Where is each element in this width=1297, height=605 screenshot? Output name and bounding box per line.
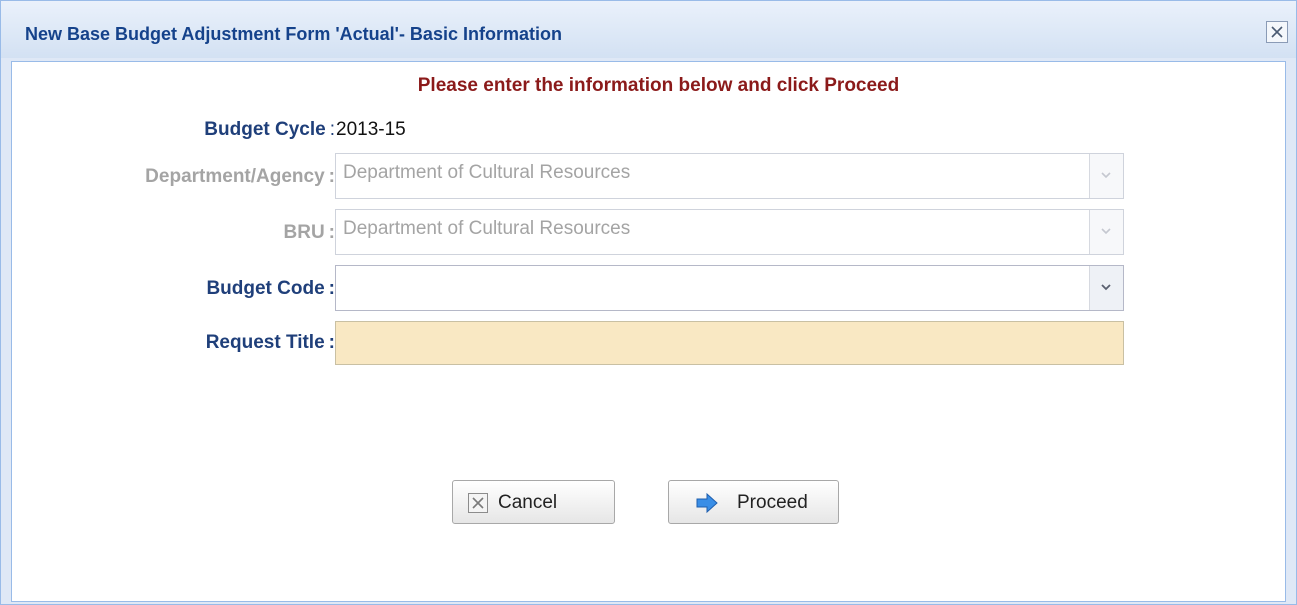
- budget-cycle-value: 2013-15: [336, 119, 406, 140]
- arrow-right-icon: [696, 492, 718, 514]
- bru-select-value: Department of Cultural Resources: [343, 218, 631, 239]
- budget-code-dropdown-trigger[interactable]: [1089, 266, 1123, 310]
- request-title-input[interactable]: [335, 321, 1124, 365]
- department-select-value: Department of Cultural Resources: [343, 162, 631, 183]
- dialog-header[interactable]: New Base Budget Adjustment Form 'Actual'…: [1, 1, 1296, 58]
- department-select[interactable]: Department of Cultural Resources: [335, 153, 1124, 199]
- department-dropdown-trigger[interactable]: [1089, 154, 1123, 198]
- cancel-button-label: Cancel: [498, 492, 558, 513]
- bru-select[interactable]: Department of Cultural Resources: [335, 209, 1124, 255]
- request-title-label: Request Title:: [205, 332, 335, 353]
- chevron-down-icon: [1101, 172, 1111, 179]
- form-panel: Please enter the information below and c…: [11, 61, 1286, 602]
- close-button[interactable]: [1266, 21, 1288, 43]
- bru-label: BRU:: [283, 222, 336, 243]
- budget-cycle-label: Budget Cycle:: [204, 119, 335, 140]
- cancel-x-icon: [468, 493, 488, 513]
- budget-code-label: Budget Code:: [206, 278, 335, 299]
- instruction-text: Please enter the information below and c…: [417, 75, 900, 96]
- budget-code-select[interactable]: [335, 265, 1124, 311]
- chevron-down-icon: [1101, 284, 1111, 291]
- proceed-button-label: Proceed: [737, 492, 808, 513]
- dialog-title: New Base Budget Adjustment Form 'Actual'…: [25, 24, 562, 44]
- department-label: Department/Agency:: [145, 166, 335, 187]
- cancel-button[interactable]: Cancel: [452, 480, 615, 524]
- bru-dropdown-trigger[interactable]: [1089, 210, 1123, 254]
- close-icon: [1271, 26, 1283, 38]
- dialog-window: New Base Budget Adjustment Form 'Actual'…: [0, 0, 1297, 605]
- proceed-button[interactable]: Proceed: [668, 480, 839, 524]
- chevron-down-icon: [1101, 228, 1111, 235]
